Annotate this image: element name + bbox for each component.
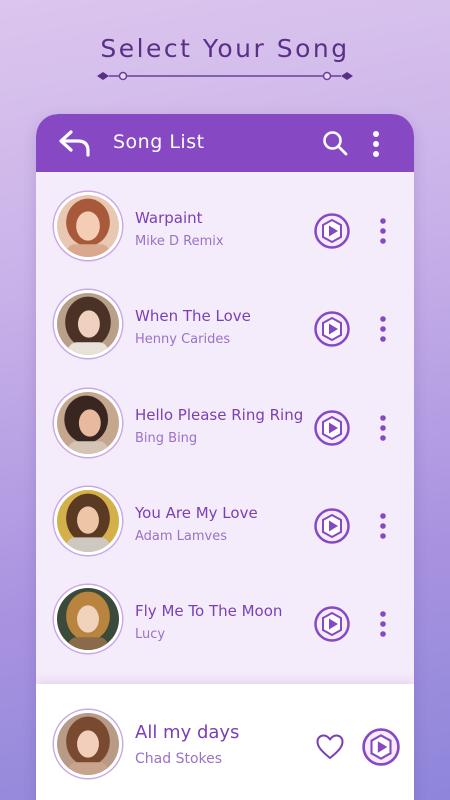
play-icon[interactable] — [314, 606, 350, 642]
page-heading: Select Your Song — [100, 34, 350, 63]
song-row[interactable]: When The Love Henny Carides — [36, 270, 414, 368]
more-vertical-icon[interactable] — [377, 414, 389, 442]
song-artist: Henny Carides — [135, 332, 231, 347]
now-playing-avatar — [54, 710, 122, 778]
toolbar-title: Song List — [113, 131, 205, 153]
heart-icon[interactable] — [316, 734, 344, 760]
song-avatar — [54, 290, 122, 358]
now-playing-bar[interactable]: All my days Chad Stokes — [36, 684, 414, 800]
song-title: Hello Please Ring Ring — [135, 406, 304, 424]
song-artist: Bing Bing — [135, 431, 198, 446]
song-avatar — [54, 487, 122, 555]
now-playing-title: All my days — [135, 722, 240, 743]
more-vertical-icon[interactable] — [377, 217, 389, 245]
song-artist: Mike D Remix — [135, 234, 224, 249]
play-icon[interactable] — [314, 508, 350, 544]
more-vertical-icon[interactable] — [377, 512, 389, 540]
song-artist: Lucy — [135, 627, 166, 642]
song-row[interactable]: Warpaint Mike D Remix — [36, 172, 414, 270]
play-icon[interactable] — [314, 410, 350, 446]
song-title: You Are My Love — [135, 504, 258, 522]
song-artist: Adam Lamves — [135, 529, 228, 544]
song-row[interactable]: You Are My Love Adam Lamves — [36, 467, 414, 565]
song-list-card: Song List Warpaint Mike D Remix When The… — [36, 114, 414, 800]
toolbar: Song List — [36, 114, 414, 172]
play-icon[interactable] — [314, 311, 350, 347]
more-vertical-icon[interactable] — [369, 130, 383, 158]
song-avatar — [54, 389, 122, 457]
play-icon[interactable] — [362, 728, 400, 766]
song-row[interactable]: Fly Me To The Moon Lucy — [36, 565, 414, 663]
song-title: Warpaint — [135, 209, 203, 227]
song-row[interactable]: Hello Please Ring Ring Bing Bing — [36, 369, 414, 467]
play-icon[interactable] — [314, 213, 350, 249]
song-title: When The Love — [135, 307, 251, 325]
more-vertical-icon[interactable] — [377, 315, 389, 343]
now-playing-artist: Chad Stokes — [135, 751, 223, 767]
song-title: Fly Me To The Moon — [135, 602, 283, 620]
back-arrow-icon[interactable] — [58, 129, 92, 157]
more-vertical-icon[interactable] — [377, 610, 389, 638]
search-icon[interactable] — [322, 130, 348, 156]
heading-ornament — [97, 71, 353, 81]
song-avatar — [54, 192, 122, 260]
song-avatar — [54, 585, 122, 653]
